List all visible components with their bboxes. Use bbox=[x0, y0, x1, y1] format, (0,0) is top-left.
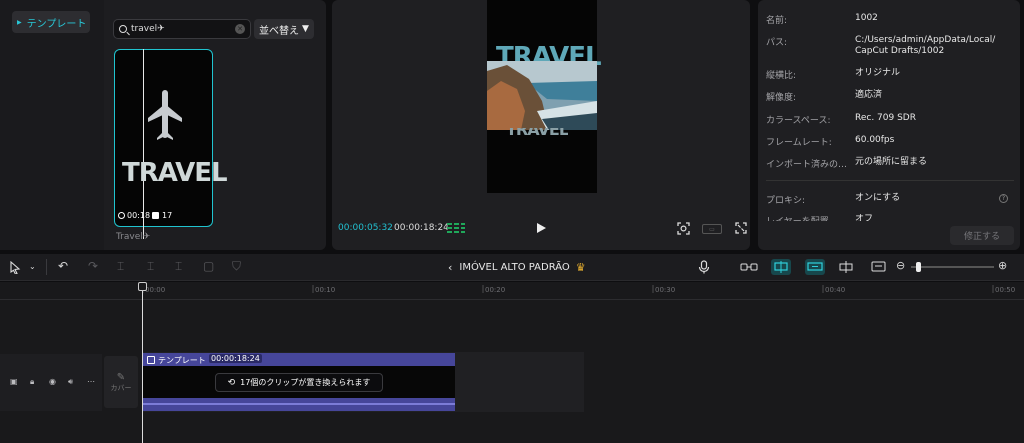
replace-message: 17個のクリップが置き換えられます bbox=[240, 378, 371, 387]
clip-name: テンプレート bbox=[158, 356, 206, 365]
template-clip-count: 17 bbox=[152, 211, 172, 220]
zoom-slider-handle[interactable] bbox=[915, 262, 921, 272]
clip-duration: 00:00:18:24 bbox=[209, 354, 262, 363]
ruler-tick-label: 00:50 bbox=[995, 286, 1016, 294]
prop-value-imported: 元の場所に留まる bbox=[855, 157, 928, 167]
ruler-tick-label: 00:20 bbox=[485, 286, 506, 294]
toolbar-divider bbox=[46, 259, 47, 275]
redo-icon[interactable]: ↷ bbox=[88, 259, 98, 273]
ruler-tick-label: 00:40 bbox=[825, 286, 846, 294]
prop-label-colorspace: カラースペース: bbox=[766, 116, 831, 126]
clip-count-text: 17 bbox=[162, 211, 173, 220]
focus-icon[interactable] bbox=[677, 222, 690, 235]
sort-label: 並べ替え bbox=[259, 25, 300, 37]
crown-icon: ♛ bbox=[575, 261, 586, 274]
clear-search-icon[interactable]: ✕ bbox=[235, 24, 245, 34]
magnet-toggle-icon[interactable] bbox=[771, 259, 791, 275]
filter-icon: ▼ bbox=[302, 24, 309, 34]
clips-icon bbox=[152, 212, 159, 219]
zoom-slider[interactable] bbox=[911, 266, 994, 268]
ruler-tick-label: 00:30 bbox=[655, 286, 676, 294]
fix-button[interactable]: 修正する bbox=[950, 226, 1014, 245]
clock-icon bbox=[118, 212, 125, 219]
track-preview-icon[interactable]: ▣ bbox=[10, 377, 18, 386]
undo-icon[interactable]: ↶ bbox=[58, 259, 68, 273]
select-cursor-icon[interactable] bbox=[9, 261, 21, 274]
prop-label-name: 名前: bbox=[766, 16, 788, 26]
prop-value-aspect: オリジナル bbox=[855, 68, 901, 78]
prop-value-resolution: 適応済 bbox=[855, 90, 883, 100]
airplane-graphic bbox=[148, 90, 182, 140]
thumbnail-title-text: TRAVEL bbox=[122, 158, 228, 188]
aspect-ratio-icon[interactable]: ▭ bbox=[702, 224, 722, 234]
total-timecode: 00:00:18:24 bbox=[394, 223, 449, 233]
eye-icon[interactable]: ◉ bbox=[49, 377, 56, 386]
prop-label-path: パス: bbox=[766, 38, 788, 48]
playhead-handle[interactable] bbox=[138, 282, 147, 291]
prop-label-proxy: プロキシ: bbox=[766, 196, 806, 206]
prop-label-resolution: 解像度: bbox=[766, 93, 797, 103]
preview-photo bbox=[487, 61, 597, 130]
speaker-icon[interactable]: 🔊︎ bbox=[68, 377, 73, 387]
chevron-down-icon[interactable]: ⌄ bbox=[29, 262, 36, 271]
split-right-icon[interactable]: ⌶ bbox=[175, 259, 182, 274]
lock-icon[interactable]: 🔒︎ bbox=[30, 377, 34, 387]
split-left-icon[interactable]: ⌶ bbox=[147, 259, 154, 274]
edit-pencil-icon: ✎ bbox=[116, 371, 126, 383]
microphone-icon[interactable] bbox=[698, 260, 710, 274]
prop-value-layer[interactable]: オフ bbox=[855, 214, 873, 221]
prop-value-path: C:/Users/admin/AppData/Local/ bbox=[855, 35, 996, 45]
current-timecode: 00:00:05:32 bbox=[338, 223, 393, 233]
audio-meter-icon bbox=[447, 223, 465, 233]
ruler-tick-label: 00:10 bbox=[315, 286, 336, 294]
prop-value-name: 1002 bbox=[855, 13, 878, 23]
template-thumbnail[interactable] bbox=[114, 49, 213, 227]
clip-audio-bar bbox=[142, 398, 455, 411]
prop-value-framerate: 60.00fps bbox=[855, 135, 895, 145]
zoom-in-icon[interactable]: ⊕ bbox=[998, 259, 1007, 272]
caption-icon[interactable] bbox=[871, 260, 887, 274]
more-icon[interactable]: ⋯ bbox=[87, 377, 95, 386]
nav-item-templates[interactable]: ▶ テンプレート bbox=[12, 11, 90, 33]
search-value: travel✈ bbox=[131, 24, 165, 34]
expand-triangle-icon: ▶ bbox=[17, 18, 22, 26]
play-button[interactable] bbox=[537, 223, 546, 233]
left-nav-panel bbox=[0, 0, 104, 250]
shield-icon[interactable]: ⛉ bbox=[232, 259, 241, 274]
linkage-toggle-icon[interactable] bbox=[805, 259, 825, 275]
link-icon[interactable] bbox=[740, 262, 758, 272]
prop-label-layer: レイヤーを配置 bbox=[766, 214, 829, 221]
prop-value-colorspace: Rec. 709 SDR bbox=[855, 113, 916, 123]
sort-button[interactable]: 並べ替え ▼ bbox=[254, 19, 314, 39]
ruler-tick-label: 00:00 bbox=[145, 286, 166, 294]
properties-divider bbox=[766, 180, 1014, 181]
prop-label-framerate: フレームレート: bbox=[766, 138, 832, 148]
back-chevron-icon[interactable]: ‹ bbox=[448, 261, 452, 274]
zoom-out-icon[interactable]: ⊖ bbox=[896, 259, 905, 272]
track-header: ▣ 🔒︎ ◉ 🔊︎ ⋯ bbox=[0, 354, 102, 411]
duration-text: 00:18 bbox=[127, 211, 151, 220]
prop-label-aspect: 縦横比: bbox=[766, 71, 797, 81]
project-title[interactable]: ‹ IMÓVEL ALTO PADRÃO ♛ bbox=[448, 261, 586, 274]
prop-label-imported: インポート済みの… bbox=[766, 160, 848, 170]
template-duration: 00:18 bbox=[118, 211, 150, 220]
nav-item-label: テンプレート bbox=[26, 18, 87, 30]
proxy-help-icon[interactable]: ? bbox=[999, 194, 1008, 203]
prop-value-path-2: CapCut Drafts/1002 bbox=[855, 46, 945, 56]
cover-label: カバー bbox=[110, 383, 132, 392]
playhead[interactable] bbox=[142, 282, 143, 443]
delete-icon[interactable]: ▢ bbox=[203, 259, 214, 273]
fullscreen-icon[interactable] bbox=[735, 222, 747, 234]
split-icon[interactable]: ⌶ bbox=[117, 259, 124, 274]
replace-clips-button[interactable]: ⟲ 17個のクリップが置き換えられます bbox=[215, 373, 383, 392]
sync-icon: ⟲ bbox=[227, 377, 236, 388]
preview-axis-icon[interactable] bbox=[838, 260, 854, 274]
cover-button[interactable]: ✎ カバー bbox=[104, 356, 138, 408]
template-clip-icon bbox=[147, 356, 155, 364]
template-caption: Travel✈ bbox=[116, 232, 151, 242]
project-title-text: IMÓVEL ALTO PADRÃO bbox=[459, 262, 570, 273]
search-icon bbox=[119, 25, 127, 33]
prop-value-proxy[interactable]: オンにする bbox=[855, 193, 900, 204]
search-input[interactable]: travel✈ ✕ bbox=[113, 19, 251, 39]
